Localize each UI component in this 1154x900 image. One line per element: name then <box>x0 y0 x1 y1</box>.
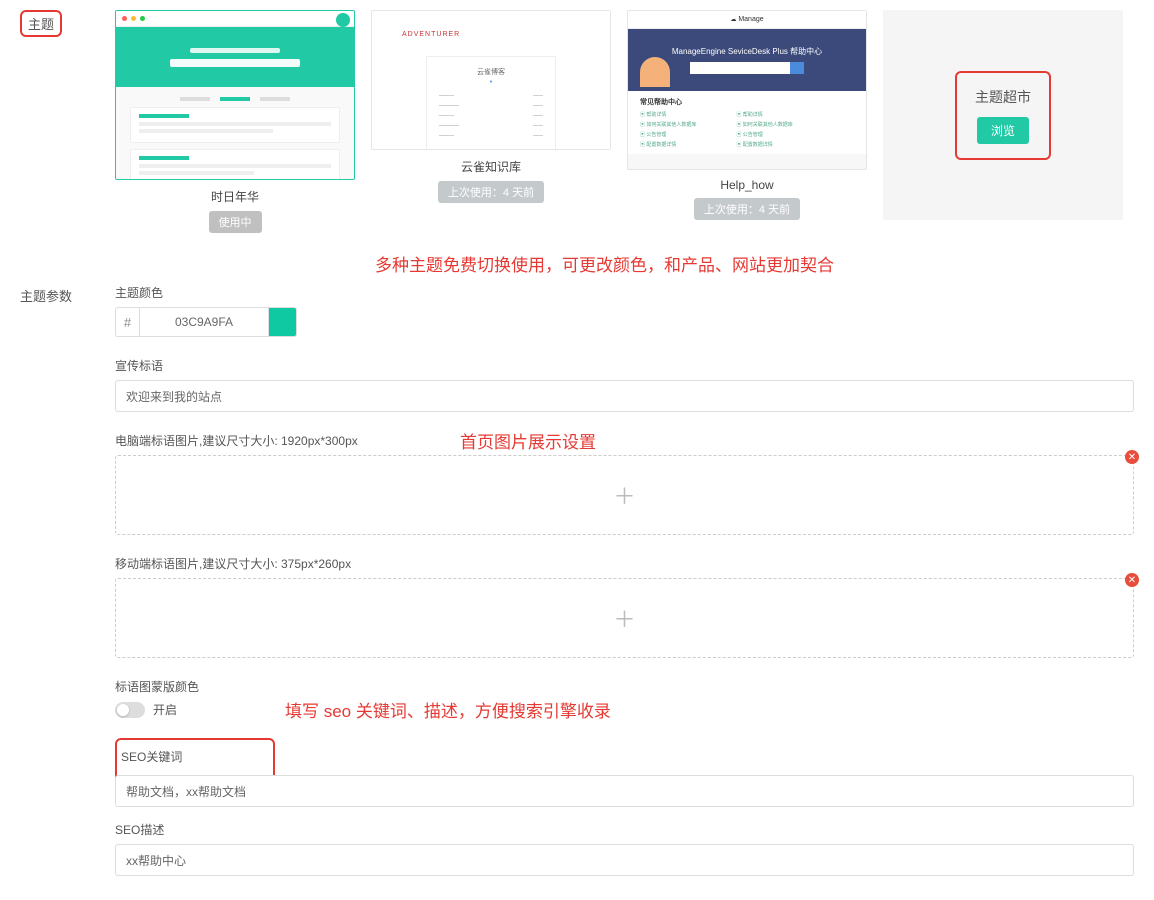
theme-badge-1: 使用中 <box>209 211 262 233</box>
pc-banner-upload[interactable]: ＋ ✕ <box>115 455 1134 535</box>
seo-desc-label: SEO描述 <box>115 821 1134 838</box>
plus-icon: ＋ <box>613 479 635 511</box>
mobile-banner-upload[interactable]: ＋ ✕ <box>115 578 1134 658</box>
remove-mobile-banner-icon[interactable]: ✕ <box>1125 573 1139 587</box>
plus-icon: ＋ <box>613 602 635 634</box>
pc-banner-label: 电脑端标语图片,建议尺寸大小: 1920px*300px <box>115 432 1134 449</box>
theme-thumb-1 <box>115 10 355 180</box>
color-input-group: # <box>115 307 1134 337</box>
theme-card-2[interactable]: ADVENTURER 云雀博客 ● ————— —————— ————— ———… <box>371 10 611 233</box>
theme-market-card: 主题超市 浏览 <box>883 10 1123 220</box>
seo-keywords-label: SEO关键词 <box>121 748 263 765</box>
color-swatch[interactable] <box>269 307 297 337</box>
theme-thumb-3: ☁ Manage ManageEngine SeviceDesk Plus 帮助… <box>627 10 867 170</box>
theme-market-title: 主题超市 <box>975 87 1031 107</box>
slogan-field-label: 宣传标语 <box>115 357 1134 374</box>
theme-name-1: 时日年华 <box>211 188 259 205</box>
mobile-banner-label: 移动端标语图片,建议尺寸大小: 375px*260px <box>115 555 1134 572</box>
color-hex-input[interactable] <box>139 307 269 337</box>
remove-pc-banner-icon[interactable]: ✕ <box>1125 450 1139 464</box>
seo-keywords-input[interactable] <box>115 775 1134 807</box>
mask-toggle-label: 开启 <box>153 701 177 718</box>
theme-card-3[interactable]: ☁ Manage ManageEngine SeviceDesk Plus 帮助… <box>627 10 867 233</box>
themes-row: 时日年华 使用中 ADVENTURER 云雀博客 ● ————— —————— … <box>115 10 1134 233</box>
browse-button[interactable]: 浏览 <box>977 117 1029 144</box>
annotation-banner: 首页图片展示设置 <box>460 428 596 453</box>
theme-name-3: Help_how <box>720 178 773 192</box>
theme-badge-3: 上次使用：4 天前 <box>694 198 800 220</box>
seo-desc-input[interactable] <box>115 844 1134 876</box>
mask-color-label: 标语图蒙版颜色 <box>115 678 1134 695</box>
annotation-seo: 填写 seo 关键词、描述，方便搜索引擎收录 <box>285 697 611 722</box>
theme-thumb-2: ADVENTURER 云雀博客 ● ————— —————— ————— ———… <box>371 10 611 150</box>
theme-name-2: 云雀知识库 <box>461 158 521 175</box>
theme-card-1[interactable]: 时日年华 使用中 <box>115 10 355 233</box>
slogan-input[interactable] <box>115 380 1134 412</box>
color-hash-prefix: # <box>115 307 139 337</box>
annotation-themes: 多种主题免费切换使用，可更改颜色，和产品、网站更加契合 <box>375 251 1134 276</box>
sidebar-params-label: 主题参数 <box>20 284 115 876</box>
theme-badge-2: 上次使用：4 天前 <box>438 181 544 203</box>
sidebar-theme-label: 主题 <box>20 10 62 37</box>
color-field-label: 主题颜色 <box>115 284 1134 301</box>
mask-toggle[interactable] <box>115 702 145 718</box>
